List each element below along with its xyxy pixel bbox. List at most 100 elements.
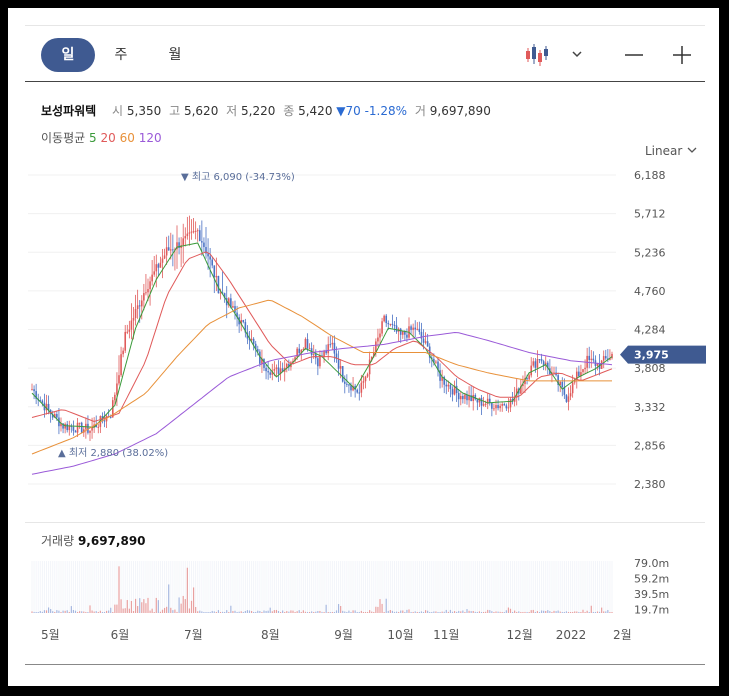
candle-body: [424, 341, 427, 343]
volume-bar: [433, 611, 435, 613]
candle-body: [457, 392, 460, 400]
candle-body: [507, 407, 510, 409]
volume-bar: [534, 612, 536, 613]
volume-bar: [267, 610, 269, 613]
volume-bar: [116, 604, 118, 613]
chart-widget: 일 주 월 보성파워텍 시 5,350 고 5,620 저 5,220 종 5,…: [8, 8, 719, 686]
volume-bar: [91, 610, 93, 613]
candle-body: [578, 371, 580, 377]
x-tick-label: 6월: [111, 628, 130, 642]
volume-bar: [580, 612, 582, 613]
volume-bar: [412, 612, 414, 613]
volume-bar: [470, 611, 472, 613]
volume-bar: [391, 610, 394, 613]
volume-bar: [514, 610, 516, 613]
volume-bar: [460, 611, 462, 613]
volume-bar: [163, 607, 166, 613]
volume-bar: [364, 612, 367, 613]
volume-bar: [443, 611, 445, 613]
candle-body: [269, 372, 272, 375]
volume-bar: [180, 603, 182, 613]
volume-bar: [60, 612, 62, 613]
candle-body: [395, 325, 398, 332]
volume-bar: [524, 611, 526, 613]
volume-bar: [159, 611, 162, 613]
volume-bar: [605, 611, 607, 613]
candle-body: [497, 405, 499, 409]
volume-bar: [192, 587, 195, 613]
candle-body: [501, 404, 504, 406]
volume-bar: [263, 610, 265, 613]
candle-body: [114, 394, 116, 401]
price-chart[interactable]: 6,188 5,712 5,236 4,760 4,284 3,808 3,332 2,856…: [8, 8, 719, 518]
candle-body: [567, 396, 570, 402]
volume-bar: [601, 607, 603, 613]
volume-bar: [64, 610, 66, 613]
volume-bar: [594, 612, 597, 613]
volume-bar: [416, 612, 418, 613]
volume-bar: [398, 612, 400, 613]
volume-bar: [590, 605, 592, 613]
candle-body: [426, 341, 429, 347]
candle-body: [495, 405, 497, 409]
volume-bar: [572, 612, 574, 613]
candle-body: [184, 236, 187, 239]
volume-bar: [482, 612, 485, 613]
x-tick-label: 11월: [433, 628, 459, 642]
x-tick-label: 10월: [387, 628, 413, 642]
volume-bar: [58, 610, 60, 613]
candle-body: [213, 265, 216, 278]
candle-body: [464, 394, 466, 400]
candle-body: [383, 315, 385, 322]
candle-body: [331, 342, 334, 345]
candle-body: [569, 393, 572, 397]
candle-body: [118, 375, 120, 384]
volume-bar: [277, 610, 280, 613]
candle-body: [480, 397, 483, 406]
volume-bar: [424, 610, 427, 613]
volume-bar: [273, 610, 275, 613]
candle-body: [534, 361, 537, 368]
candle-body: [151, 274, 153, 282]
candle-body: [91, 427, 93, 431]
candle-body: [482, 404, 485, 406]
candle-body: [140, 300, 143, 307]
volume-bar: [41, 611, 43, 613]
volume-bar: [112, 612, 114, 613]
candle-body: [339, 366, 342, 369]
volume-bar: [72, 610, 75, 613]
volume-bar: [99, 610, 101, 613]
volume-bar: [406, 609, 408, 613]
volume-bar: [126, 600, 128, 613]
candle-body: [157, 264, 160, 268]
candle-body: [491, 402, 493, 409]
volume-bar: [596, 611, 599, 613]
candle-body: [103, 420, 106, 422]
volume-chart[interactable]: 79.0m 59.2m 39.5m 19.7m 5월 6월 7월 8월 9월 10월 11월 12월 2…: [8, 523, 719, 643]
candle-body: [265, 367, 267, 372]
volume-bar: [201, 611, 203, 613]
candle-body: [47, 403, 50, 410]
volume-bar: [408, 609, 410, 613]
x-tick-label: 2월: [613, 628, 632, 642]
candle-body: [31, 389, 33, 391]
candle-body: [538, 359, 541, 361]
candle-body: [528, 375, 530, 380]
volume-bar: [132, 611, 135, 613]
candle-body: [553, 372, 555, 374]
volume-bar: [526, 612, 528, 613]
candle-body: [167, 247, 170, 251]
volume-bar: [466, 609, 468, 613]
volume-bar: [105, 610, 108, 613]
candle-body: [379, 333, 381, 338]
candle-body: [526, 378, 528, 380]
candle-body: [472, 394, 475, 402]
volume-bar: [313, 612, 315, 613]
volume-bar: [50, 609, 52, 613]
volume-bar: [170, 607, 172, 613]
bottom-divider: [25, 664, 705, 665]
volume-bar: [217, 610, 220, 613]
candle-body: [542, 361, 545, 366]
volume-bar: [244, 611, 246, 613]
candle-body: [165, 247, 168, 256]
